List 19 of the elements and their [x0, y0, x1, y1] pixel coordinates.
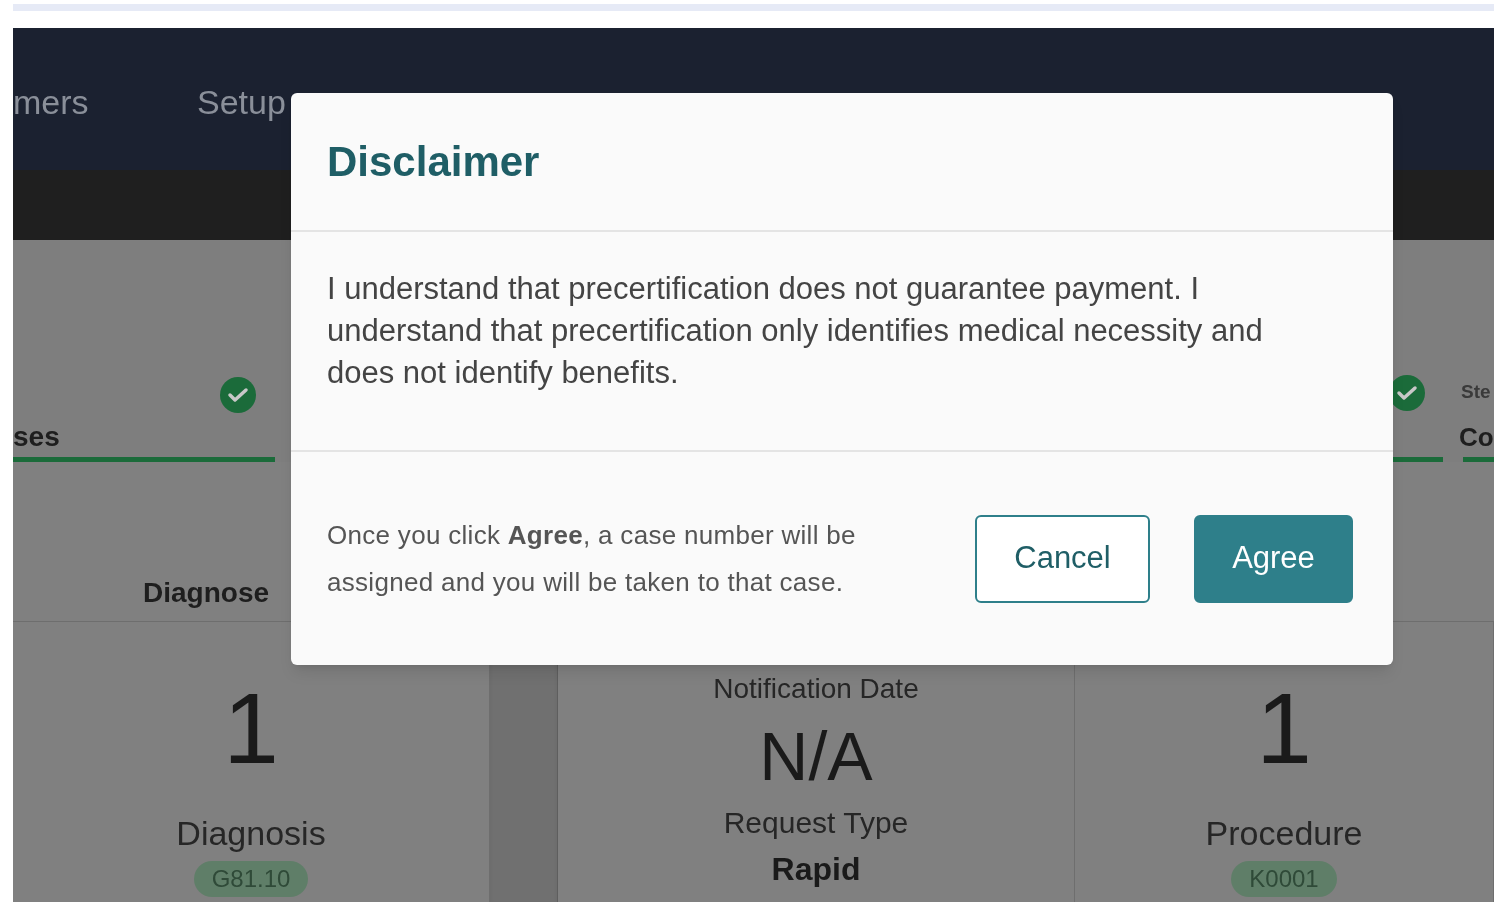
nav-link[interactable]: Setup [197, 77, 286, 128]
card-label: Request Type [723, 805, 909, 841]
card-label: Diagnosis [176, 813, 326, 854]
nav-link[interactable]: mers [13, 77, 89, 128]
agree-button[interactable]: Agree [1194, 514, 1353, 603]
count-value: 1 [1256, 678, 1312, 778]
step-label: Co [1459, 421, 1494, 454]
card-detail: Rapid [771, 850, 861, 889]
section-heading: Diagnose [143, 576, 270, 610]
card-caption: Notification Date [713, 672, 919, 706]
disclaimer-text: I understand that precertification does not guarantee payment. I understand that precertification only identifies medical necessity and does not identify benefits. [327, 270, 1264, 392]
step-caption: Ste [1461, 380, 1491, 404]
cancel-button[interactable]: Cancel [975, 514, 1150, 603]
card-value: N/A [759, 722, 873, 790]
count-value: 1 [223, 678, 279, 778]
dialog-note: Once you click Agree, a case number will be assigned and you will be taken to that case. [327, 518, 857, 599]
step-label: ses [13, 420, 60, 454]
card-label: Procedure [1205, 813, 1363, 854]
dialog-title: Disclaimer [327, 137, 540, 187]
